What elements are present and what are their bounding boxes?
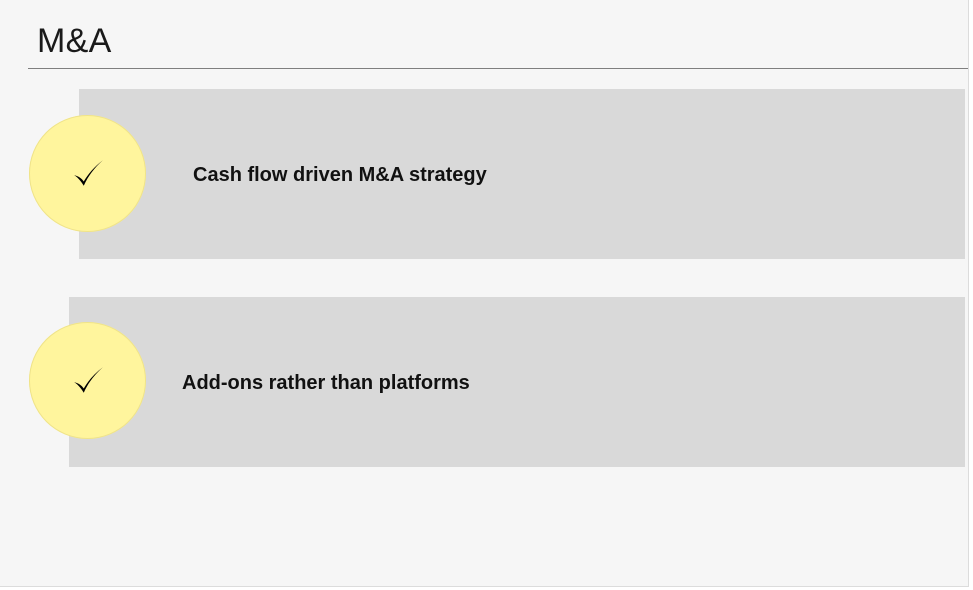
item-label-2: Add-ons rather than platforms — [182, 372, 470, 394]
slide: M&A Cash flow driven M&A strategy Add-on… — [0, 0, 969, 587]
checkmark-icon — [73, 159, 103, 186]
slide-title: M&A — [37, 22, 112, 60]
item-label-1: Cash flow driven M&A strategy — [193, 164, 487, 186]
title-divider — [28, 68, 968, 69]
check-badge-1 — [29, 115, 146, 232]
checkmark-icon — [73, 366, 103, 393]
check-badge-2 — [29, 322, 146, 439]
